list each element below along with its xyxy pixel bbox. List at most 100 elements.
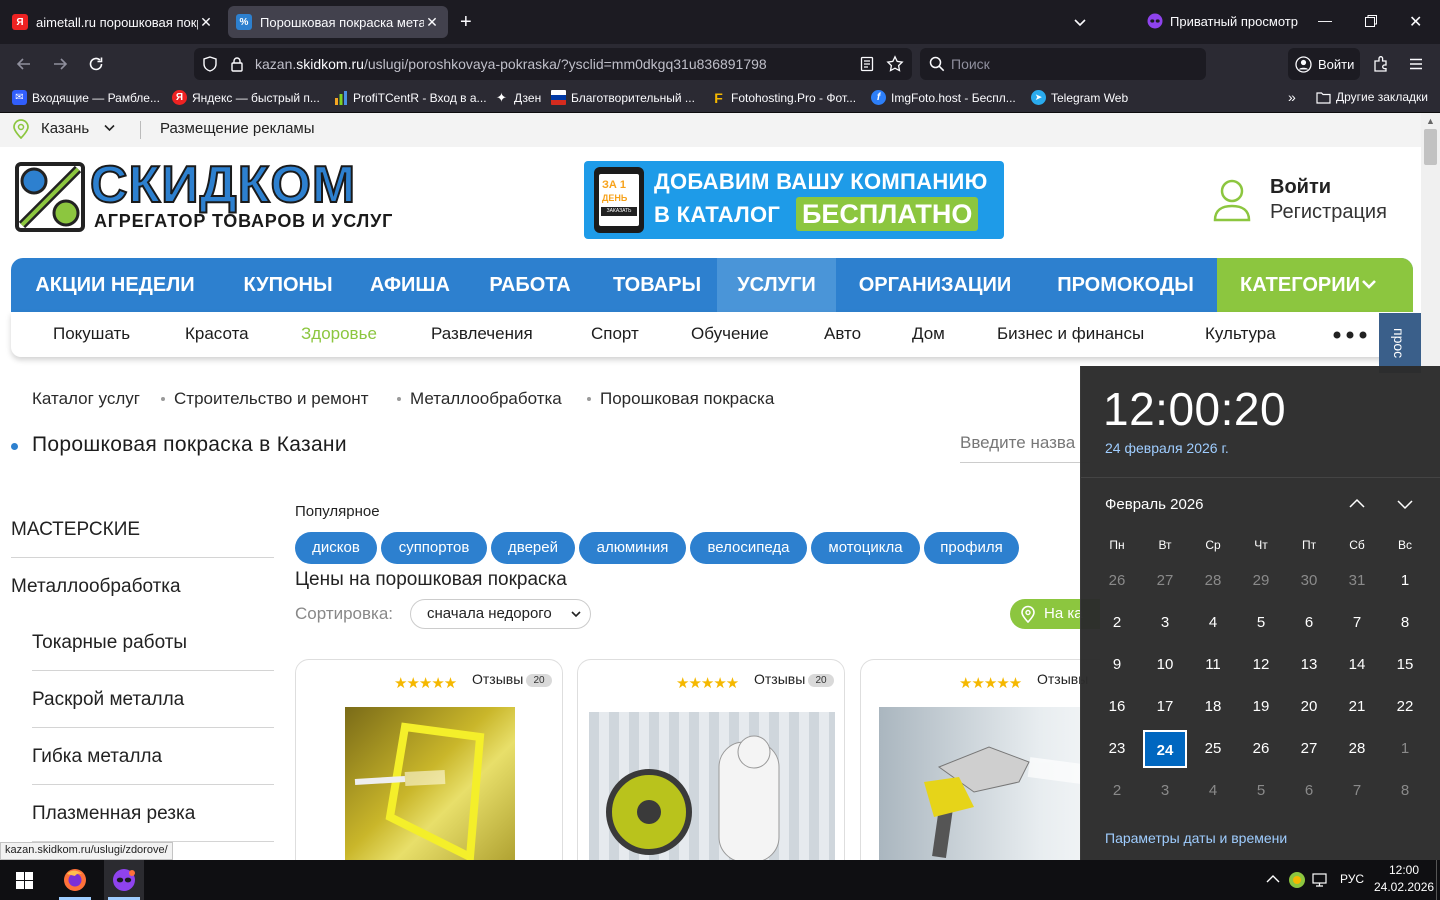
add-company-banner[interactable]: ЗА 1 ДЕНЬ ЗАКАЗАТЬ ДОБАВИМ ВАШУ КОМПАНИЮ… bbox=[584, 161, 1004, 239]
service-card[interactable]: ★★★★★ Отзывы 20 bbox=[295, 659, 563, 860]
calendar-day[interactable]: 4 bbox=[1191, 772, 1235, 810]
chevron-down-icon[interactable] bbox=[1395, 494, 1415, 514]
reload-icon[interactable] bbox=[82, 50, 110, 78]
search-bar[interactable]: Поиск bbox=[920, 48, 1206, 80]
calendar-day[interactable]: 17 bbox=[1143, 688, 1187, 726]
calendar-day[interactable]: 1 bbox=[1383, 562, 1427, 600]
calendar-day[interactable]: 27 bbox=[1143, 562, 1187, 600]
other-bookmarks[interactable]: Другие закладки bbox=[1316, 90, 1428, 104]
url-bar[interactable]: kazan.skidkom.ru/uslugi/poroshkovaya-pok… bbox=[194, 48, 912, 80]
chevron-down-icon[interactable] bbox=[104, 124, 115, 132]
submenu-culture[interactable]: Культура bbox=[1205, 324, 1276, 344]
calendar-day[interactable]: 7 bbox=[1335, 604, 1379, 642]
calendar-day[interactable]: 19 bbox=[1239, 688, 1283, 726]
new-tab-icon[interactable]: + bbox=[460, 12, 472, 32]
calendar-day[interactable]: 5 bbox=[1239, 604, 1283, 642]
bookmark-fotohosting[interactable]: F Fotohosting.Pro - Фот... bbox=[711, 90, 856, 106]
sidebar-item-turning[interactable]: Токарные работы bbox=[32, 632, 187, 654]
submenu-business[interactable]: Бизнес и финансы bbox=[997, 324, 1144, 344]
calendar-day[interactable]: 30 bbox=[1287, 562, 1331, 600]
date-time-settings-link[interactable]: Параметры даты и времени bbox=[1105, 830, 1287, 846]
register-link[interactable]: Регистрация bbox=[1270, 201, 1387, 224]
restore-icon[interactable] bbox=[1364, 14, 1378, 28]
bookmark-dzen[interactable]: ✦ Дзен bbox=[494, 90, 541, 105]
clock-date-link[interactable]: 24 февраля 2026 г. bbox=[1105, 440, 1229, 456]
calendar-day[interactable]: 26 bbox=[1239, 730, 1283, 768]
lock-icon[interactable] bbox=[230, 56, 244, 72]
account-login-button[interactable]: Войти bbox=[1288, 48, 1360, 80]
close-window-icon[interactable]: ✕ bbox=[1409, 12, 1422, 32]
skidkom-logo-icon[interactable] bbox=[14, 161, 86, 233]
forward-icon[interactable] bbox=[46, 50, 74, 78]
ads-link[interactable]: Размещение рекламы bbox=[160, 120, 315, 137]
calendar-day[interactable]: 11 bbox=[1191, 646, 1235, 684]
menu-item-goods[interactable]: ТОВАРЫ bbox=[597, 258, 717, 312]
breadcrumb-metalwork[interactable]: Металлообработка bbox=[410, 389, 562, 409]
calendar-day[interactable]: 25 bbox=[1191, 730, 1235, 768]
calendar-day[interactable]: 29 bbox=[1239, 562, 1283, 600]
service-card[interactable]: ★★★★★ Отзывы 20 bbox=[577, 659, 845, 860]
menu-item-afisha[interactable]: АФИША bbox=[357, 258, 463, 312]
tracking-shield-icon[interactable] bbox=[202, 56, 218, 72]
minimize-icon[interactable]: — bbox=[1318, 12, 1332, 28]
calendar-day[interactable]: 6 bbox=[1287, 604, 1331, 642]
more-bookmarks-icon[interactable]: » bbox=[1288, 89, 1296, 105]
scrollbar-thumb[interactable] bbox=[1424, 129, 1437, 165]
tab-aimetall[interactable]: Я aimetall.ru порошковая покраска ✕ bbox=[4, 6, 222, 38]
menu-item-categories[interactable]: КАТЕГОРИИ bbox=[1217, 258, 1413, 312]
tag-aluminium[interactable]: алюминия bbox=[579, 532, 686, 564]
calendar-day[interactable]: 4 bbox=[1191, 604, 1235, 642]
sidebar-item-cutting[interactable]: Раскрой металла bbox=[32, 689, 184, 711]
firefox-taskbar-icon[interactable] bbox=[55, 860, 95, 900]
breadcrumb-catalog[interactable]: Каталог услуг bbox=[32, 389, 140, 409]
calendar-day[interactable]: 13 bbox=[1287, 646, 1331, 684]
submenu-home[interactable]: Дом bbox=[912, 324, 945, 344]
submenu-sport[interactable]: Спорт bbox=[591, 324, 639, 344]
taskbar-clock[interactable]: 12:00 24.02.2026 bbox=[1374, 863, 1434, 894]
calendar-day[interactable]: 3 bbox=[1143, 604, 1187, 642]
input-language[interactable]: РУС bbox=[1340, 872, 1364, 886]
bookmark-charity[interactable]: Благотворительный ... bbox=[551, 90, 695, 105]
calendar-day[interactable]: 22 bbox=[1383, 688, 1427, 726]
calendar-day[interactable]: 28 bbox=[1191, 562, 1235, 600]
calendar-day[interactable]: 10 bbox=[1143, 646, 1187, 684]
reviews-label[interactable]: Отзывы bbox=[472, 671, 523, 687]
calendar-day-today[interactable]: 24 bbox=[1143, 730, 1187, 768]
show-desktop-button[interactable] bbox=[1436, 860, 1440, 900]
submenu-beauty[interactable]: Красота bbox=[185, 324, 249, 344]
tag-bicycle[interactable]: велосипеда bbox=[690, 532, 807, 564]
bookmark-star-icon[interactable] bbox=[886, 55, 904, 73]
more-dots-icon[interactable] bbox=[1333, 331, 1367, 339]
city-selector[interactable]: Казань bbox=[41, 120, 89, 137]
close-tab-icon[interactable]: ✕ bbox=[424, 14, 440, 31]
service-search-input[interactable]: Введите назва bbox=[960, 433, 1090, 463]
calendar-day[interactable]: 2 bbox=[1095, 604, 1139, 642]
menu-item-organizations[interactable]: ОРГАНИЗАЦИИ bbox=[836, 258, 1034, 312]
bookmark-telegram[interactable]: ➤ Telegram Web bbox=[1031, 90, 1128, 105]
extensions-icon[interactable] bbox=[1367, 50, 1395, 78]
tag-disks[interactable]: дисков bbox=[295, 532, 377, 564]
logo-name[interactable]: СКИДКОМ bbox=[89, 155, 356, 215]
calendar-day[interactable]: 3 bbox=[1143, 772, 1187, 810]
calendar-day[interactable]: 12 bbox=[1239, 646, 1283, 684]
submenu-auto[interactable]: Авто bbox=[824, 324, 861, 344]
calendar-day[interactable]: 9 bbox=[1095, 646, 1139, 684]
feedback-side-tab[interactable]: прос bbox=[1379, 313, 1421, 373]
tag-calipers[interactable]: суппортов bbox=[381, 532, 487, 564]
calendar-day[interactable]: 14 bbox=[1335, 646, 1379, 684]
sidebar-item-plasma[interactable]: Плазменная резка bbox=[32, 803, 195, 825]
calendar-day[interactable]: 2 bbox=[1095, 772, 1139, 810]
menu-item-promos[interactable]: АКЦИИ НЕДЕЛИ bbox=[11, 258, 219, 312]
calendar-day[interactable]: 1 bbox=[1383, 730, 1427, 768]
calendar-day[interactable]: 20 bbox=[1287, 688, 1331, 726]
scroll-up-arrow[interactable]: ▲ bbox=[1426, 116, 1435, 126]
tab-skidkom[interactable]: % Порошковая покраска металла ✕ bbox=[228, 6, 448, 38]
chevron-up-icon[interactable] bbox=[1347, 494, 1367, 514]
submenu-health[interactable]: Здоровье bbox=[301, 324, 377, 344]
calendar-day[interactable]: 6 bbox=[1287, 772, 1331, 810]
calendar-day[interactable]: 28 bbox=[1335, 730, 1379, 768]
list-tabs-icon[interactable] bbox=[1072, 14, 1088, 30]
service-card[interactable]: ★★★★★ Отзывы bbox=[860, 659, 1100, 860]
calendar-day[interactable]: 23 bbox=[1095, 730, 1139, 768]
submenu-eat[interactable]: Покушать bbox=[53, 324, 130, 344]
